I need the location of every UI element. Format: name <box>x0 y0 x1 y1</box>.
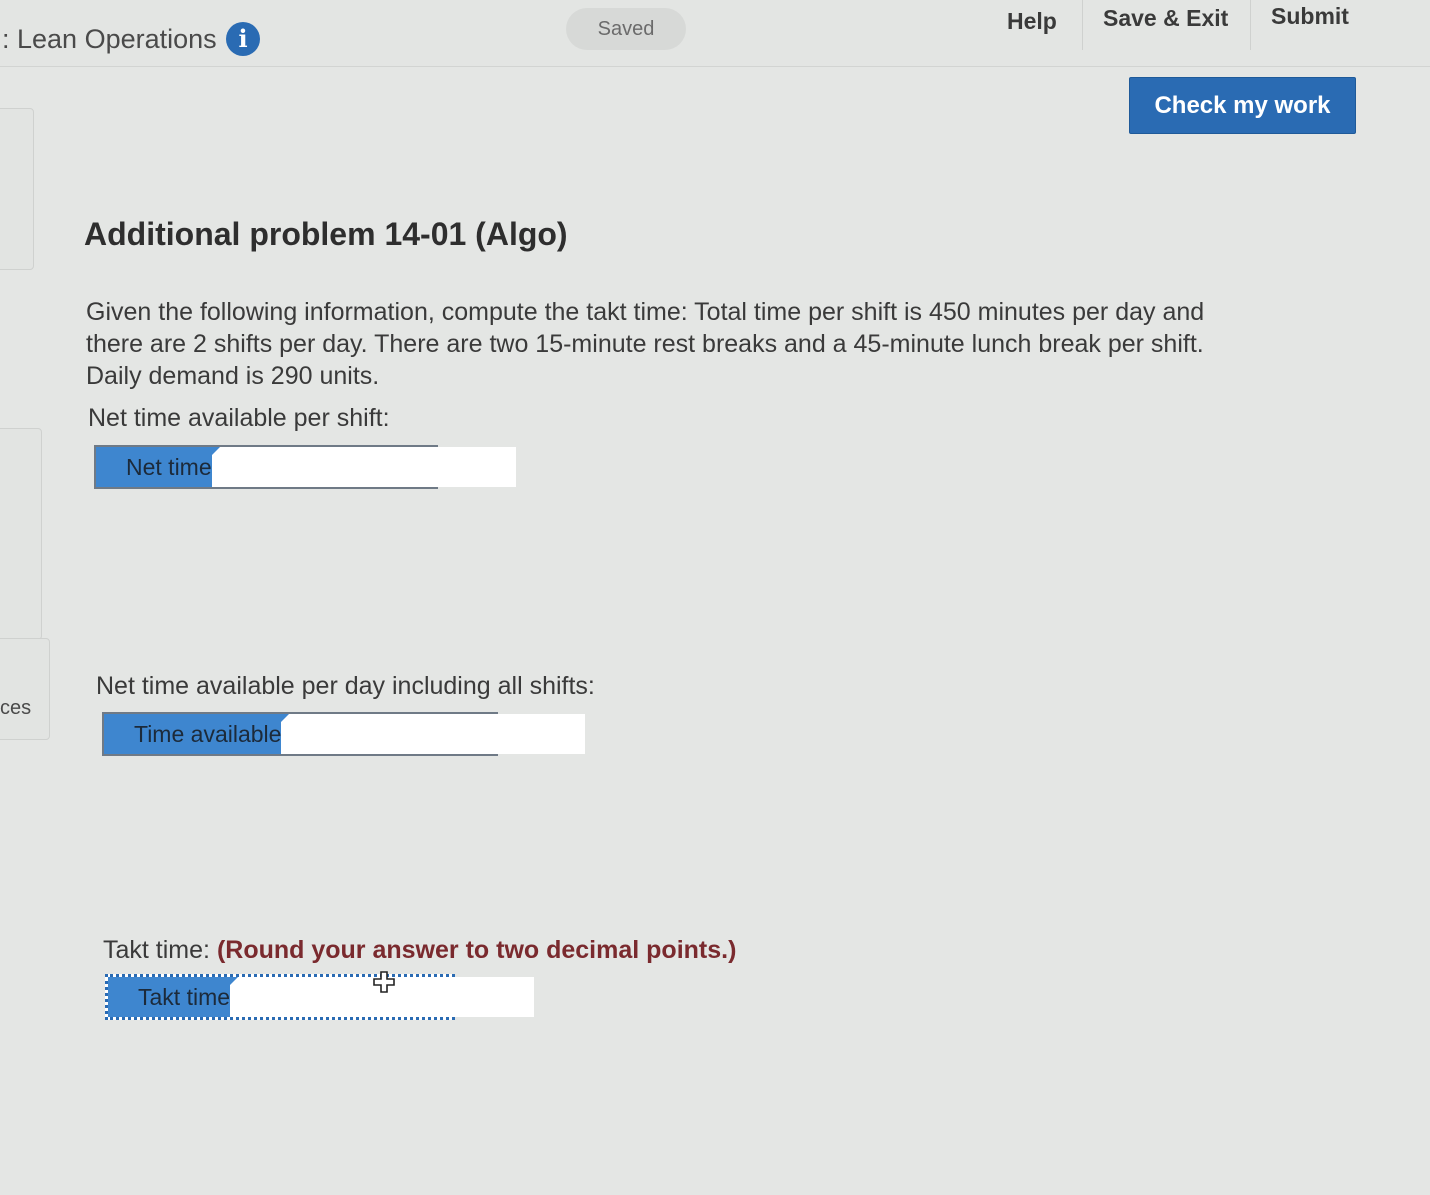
net-time-answer-row: Net time <box>94 445 516 489</box>
time-available-prompt: Net time available per day including all… <box>96 672 595 700</box>
question-line: Daily demand is 290 units. <box>86 362 380 390</box>
header-divider <box>1082 0 1083 50</box>
question-line: Given the following information, compute… <box>86 298 1205 326</box>
takt-time-label: Takt time <box>108 977 239 1017</box>
top-bar: : Lean Operations i Saved Help Save & Ex… <box>0 0 1430 67</box>
saved-status-badge: Saved <box>566 8 686 50</box>
course-title: : Lean Operations <box>2 24 217 54</box>
time-available-answer-row: Time available <box>102 712 586 756</box>
check-my-work-button[interactable]: Check my work <box>1129 77 1356 134</box>
question-text: Given the following information, compute… <box>86 296 1321 392</box>
takt-prompt-label: Takt time: <box>103 936 210 964</box>
takt-prompt: Takt time: (Round your answer to two dec… <box>103 936 736 965</box>
move-cursor-icon <box>373 971 395 993</box>
header-divider <box>1250 0 1251 50</box>
round-instruction: (Round your answer to two decimal points… <box>216 936 737 964</box>
left-side-panel[interactable] <box>0 638 50 740</box>
submit-link[interactable]: Submit <box>1271 3 1349 30</box>
time-available-input[interactable] <box>281 714 586 754</box>
left-side-panel <box>0 108 34 270</box>
help-link[interactable]: Help <box>1007 8 1057 35</box>
info-icon[interactable]: i <box>226 22 260 56</box>
takt-time-answer-row: Takt time <box>105 974 535 1020</box>
left-side-panel <box>0 428 42 640</box>
time-available-label: Time available <box>104 714 290 754</box>
net-time-prompt: Net time available per shift: <box>88 404 390 432</box>
save-exit-link[interactable]: Save & Exit <box>1103 5 1228 32</box>
question-line: there are 2 shifts per day. There are tw… <box>86 330 1204 358</box>
problem-title: Additional problem 14-01 (Algo) <box>84 216 568 252</box>
net-time-input[interactable] <box>211 447 516 487</box>
left-panel-label: ces <box>0 697 32 719</box>
net-time-label: Net time <box>96 447 220 487</box>
